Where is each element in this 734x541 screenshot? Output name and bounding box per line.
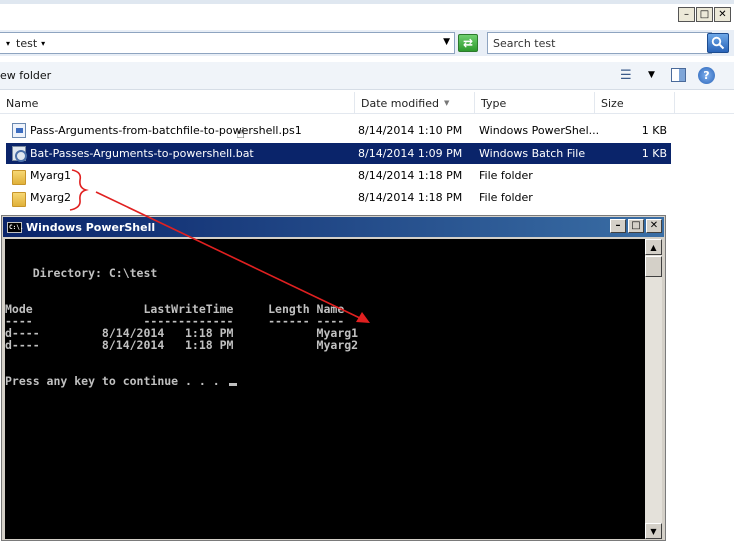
refresh-icon: ⇄ (462, 36, 474, 50)
search-input[interactable]: Search test (487, 32, 712, 54)
text-cursor (228, 383, 237, 386)
column-date-modified[interactable]: Date modified ▼ (355, 92, 475, 114)
maximize-button[interactable]: □ (628, 219, 644, 233)
console-line: Press any key to continue . . . (5, 375, 237, 388)
scroll-down-icon[interactable]: ▼ (645, 523, 662, 539)
minimize-button[interactable]: – (610, 219, 626, 233)
address-bar-row: ▾ test ▾ ▼ ⇄ Search test (0, 30, 734, 56)
console-line: d---- 8/14/2014 1:18 PM Myarg2 (5, 338, 359, 352)
folder-icon (12, 170, 26, 185)
close-button[interactable]: ✕ (646, 219, 662, 233)
column-name[interactable]: Name (0, 92, 355, 114)
powershell-window-controls: – □ ✕ (610, 219, 662, 233)
powershell-title-bar[interactable]: C:\. Windows PowerShell – □ ✕ (3, 217, 664, 237)
file-date: 8/14/2014 1:18 PM (358, 191, 463, 204)
folder-row[interactable]: Myarg1 8/14/2014 1:18 PM File folder (6, 165, 671, 186)
new-folder-button[interactable]: ew folder (0, 69, 51, 82)
scroll-thumb[interactable] (645, 256, 662, 277)
file-name: Pass-Arguments-from-batchfile-to-powersh… (30, 124, 302, 137)
views-icon[interactable]: ☰ (620, 68, 632, 83)
column-size-label: Size (601, 96, 624, 110)
powershell-window: C:\. Windows PowerShell – □ ✕ Directory:… (1, 215, 666, 541)
column-type[interactable]: Type (475, 92, 595, 114)
breadcrumb-chevron-icon[interactable]: ▾ (41, 39, 45, 48)
scroll-up-icon[interactable]: ▲ (645, 239, 662, 255)
file-type: File folder (479, 169, 533, 182)
file-date: 8/14/2014 1:18 PM (358, 169, 463, 182)
file-date: 8/14/2014 1:09 PM (358, 147, 463, 160)
file-type: File folder (479, 191, 533, 204)
help-icon[interactable]: ? (698, 67, 715, 84)
preview-pane-icon[interactable] (671, 68, 686, 82)
column-type-label: Type (481, 96, 507, 110)
folder-name: Myarg2 (30, 191, 72, 204)
maximize-button[interactable]: □ (696, 7, 713, 22)
file-date: 8/14/2014 1:10 PM (358, 124, 463, 137)
breadcrumb-chevron-icon[interactable]: ▾ (6, 39, 10, 48)
console-app-icon: C:\. (7, 221, 24, 233)
file-name: Bat-Passes-Arguments-to-powershell.bat (30, 147, 254, 160)
minimize-button[interactable]: – (678, 7, 695, 22)
console-scrollbar[interactable]: ▲ ▼ (645, 239, 662, 539)
ps1-file-icon (12, 123, 26, 138)
mouse-cursor-icon: ☝ (236, 124, 246, 142)
console-line: Directory: C:\test (5, 266, 158, 280)
file-row[interactable]: Pass-Arguments-from-batchfile-to-powersh… (6, 120, 671, 141)
file-type: Windows PowerShel... (479, 124, 600, 137)
console-output[interactable]: Directory: C:\test Mode LastWriteTime Len… (5, 239, 645, 539)
column-date-label: Date modified (361, 96, 439, 110)
title-strip (0, 0, 734, 4)
breadcrumb-test[interactable]: test (16, 37, 37, 50)
powershell-title: Windows PowerShell (26, 220, 156, 234)
address-bar[interactable]: ▾ test ▾ ▼ (0, 32, 455, 54)
command-bar: ew folder ☰ ▼ ? (0, 62, 734, 90)
file-size: 1 KB (641, 124, 667, 137)
address-dropdown-icon[interactable]: ▼ (443, 37, 450, 47)
refresh-button[interactable]: ⇄ (458, 34, 478, 52)
folder-icon (12, 192, 26, 207)
file-type: Windows Batch File (479, 147, 586, 160)
column-header: Name Date modified ▼ Type Size (0, 92, 734, 114)
close-button[interactable]: ✕ (714, 7, 731, 22)
folder-name: Myarg1 (30, 169, 72, 182)
search-icon (711, 36, 725, 50)
column-size[interactable]: Size (595, 92, 675, 114)
file-size: 1 KB (641, 147, 667, 160)
sort-indicator-icon: ▼ (443, 99, 450, 107)
column-name-label: Name (6, 96, 39, 110)
bat-file-icon (12, 146, 27, 162)
file-row-selected[interactable]: Bat-Passes-Arguments-to-powershell.bat 8… (6, 143, 671, 164)
search-button[interactable] (707, 33, 729, 53)
explorer-window-controls: – □ ✕ (678, 7, 731, 22)
folder-row[interactable]: Myarg2 8/14/2014 1:18 PM File folder (6, 187, 671, 208)
views-dropdown-icon[interactable]: ▼ (648, 70, 655, 80)
